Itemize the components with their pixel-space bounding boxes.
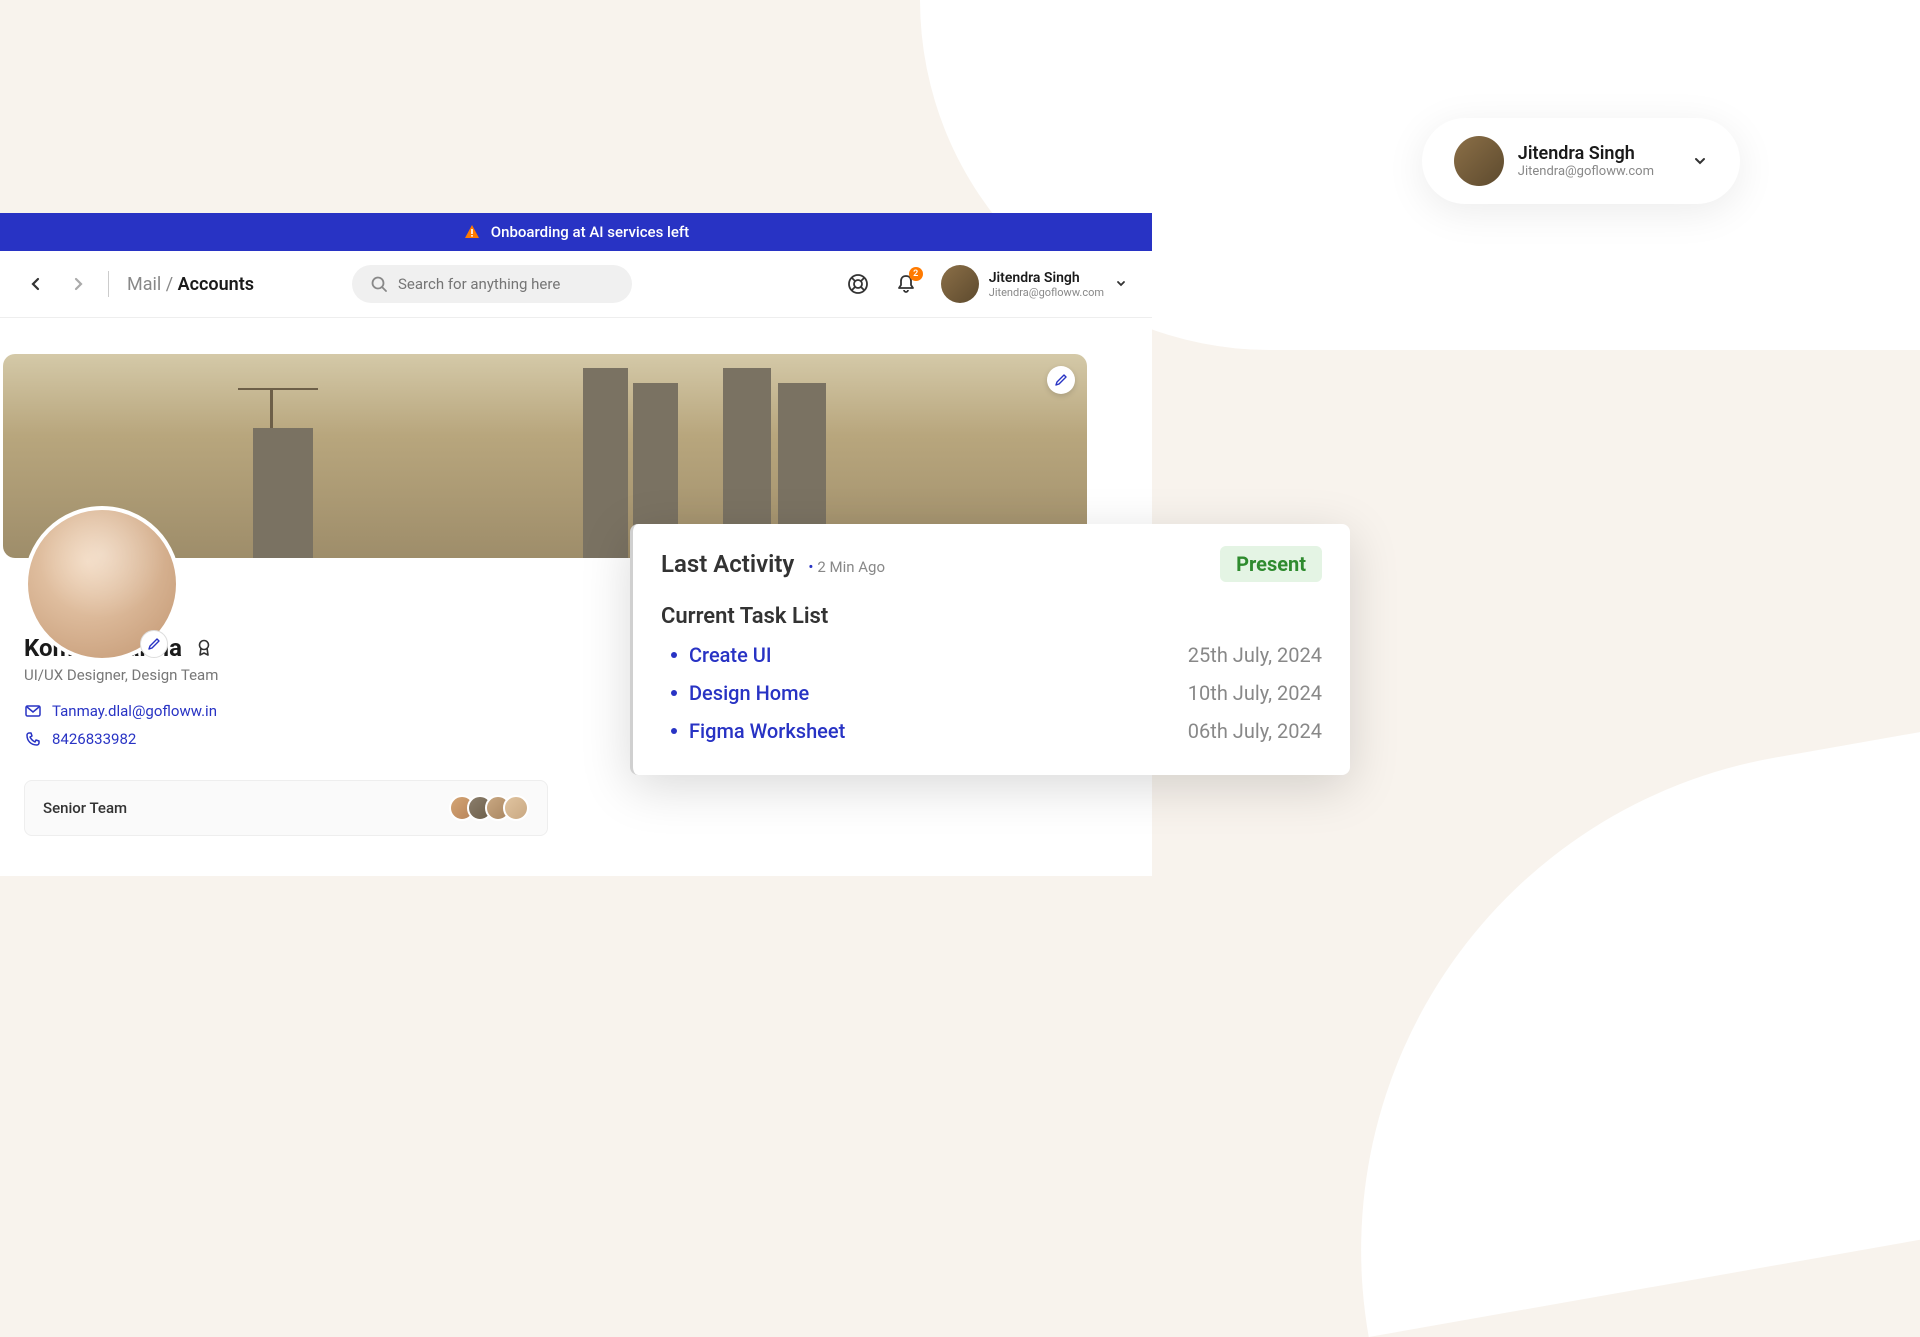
status-badge: Present [1220, 546, 1322, 582]
task-row: Figma Worksheet 06th July, 2024 [661, 719, 1322, 743]
notification-badge: 2 [909, 267, 923, 281]
team-title: Senior Team [43, 799, 127, 817]
profile-email: Tanmay.dlal@gofloww.in [52, 702, 217, 720]
bullet-icon [671, 652, 677, 658]
notice-bar: Onboarding at AI services left [0, 213, 1152, 251]
activity-title: Last Activity [661, 550, 794, 578]
task-row: Create UI 25th July, 2024 [661, 643, 1322, 667]
divider [108, 271, 109, 297]
task-name[interactable]: Create UI [689, 643, 772, 667]
edit-cover-button[interactable] [1047, 366, 1075, 394]
mail-icon [24, 702, 42, 720]
avatar [503, 795, 529, 821]
avatar [1454, 136, 1504, 186]
topbar-right: 2 Jitendra Singh Jitendra@gofloww.com [845, 265, 1128, 303]
chevron-down-icon[interactable] [1692, 153, 1708, 169]
activity-header: Last Activity •2 Min Ago Present [661, 546, 1322, 582]
building-decoration [583, 368, 628, 558]
search-box[interactable] [352, 265, 632, 303]
background-curve-bottom [1282, 723, 1920, 1337]
search-input[interactable] [398, 275, 614, 293]
pencil-icon [1054, 373, 1068, 387]
chevron-down-icon [1114, 277, 1128, 291]
task-row: Design Home 10th July, 2024 [661, 681, 1322, 705]
breadcrumb-prefix: Mail / [127, 274, 178, 295]
activity-time: •2 Min Ago [808, 558, 885, 576]
task-name[interactable]: Figma Worksheet [689, 719, 845, 743]
warning-icon [463, 223, 481, 241]
notification-icon[interactable]: 2 [893, 271, 919, 297]
badge-icon [194, 638, 214, 658]
edit-picture-button[interactable] [140, 630, 168, 658]
building-decoration [258, 385, 338, 430]
user-email: Jitendra@gofloww.com [1518, 164, 1654, 179]
avatar-stack [457, 795, 529, 821]
bullet-icon [671, 728, 677, 734]
user-name: Jitendra Singh [989, 270, 1104, 286]
team-block[interactable]: Senior Team [24, 780, 548, 836]
task-date: 10th July, 2024 [1188, 681, 1322, 705]
nav-forward-button[interactable] [66, 272, 90, 296]
user-info: Jitendra Singh Jitendra@gofloww.com [1518, 143, 1654, 179]
help-icon[interactable] [845, 271, 871, 297]
search-icon [370, 275, 388, 293]
user-name: Jitendra Singh [1518, 143, 1654, 164]
breadcrumb: Mail / Accounts [127, 274, 254, 295]
nav-back-button[interactable] [24, 272, 48, 296]
tasklist-title: Current Task List [661, 604, 1322, 629]
topbar: Mail / Accounts 2 Jitendra Singh Jitendr… [0, 251, 1152, 318]
notice-text: Onboarding at AI services left [491, 223, 689, 241]
floating-user-dropdown[interactable]: Jitendra Singh Jitendra@gofloww.com [1422, 118, 1740, 204]
user-email: Jitendra@gofloww.com [989, 286, 1104, 299]
topbar-user-dropdown[interactable]: Jitendra Singh Jitendra@gofloww.com [941, 265, 1128, 303]
profile-phone: 8426833982 [52, 730, 136, 748]
pencil-icon [147, 637, 161, 651]
task-date: 06th July, 2024 [1188, 719, 1322, 743]
avatar [941, 265, 979, 303]
task-name[interactable]: Design Home [689, 681, 809, 705]
breadcrumb-current: Accounts [178, 274, 254, 295]
activity-card: Last Activity •2 Min Ago Present Current… [630, 524, 1350, 775]
building-decoration [253, 428, 313, 558]
phone-icon [24, 730, 42, 748]
task-date: 25th July, 2024 [1188, 643, 1322, 667]
bullet-icon [671, 690, 677, 696]
